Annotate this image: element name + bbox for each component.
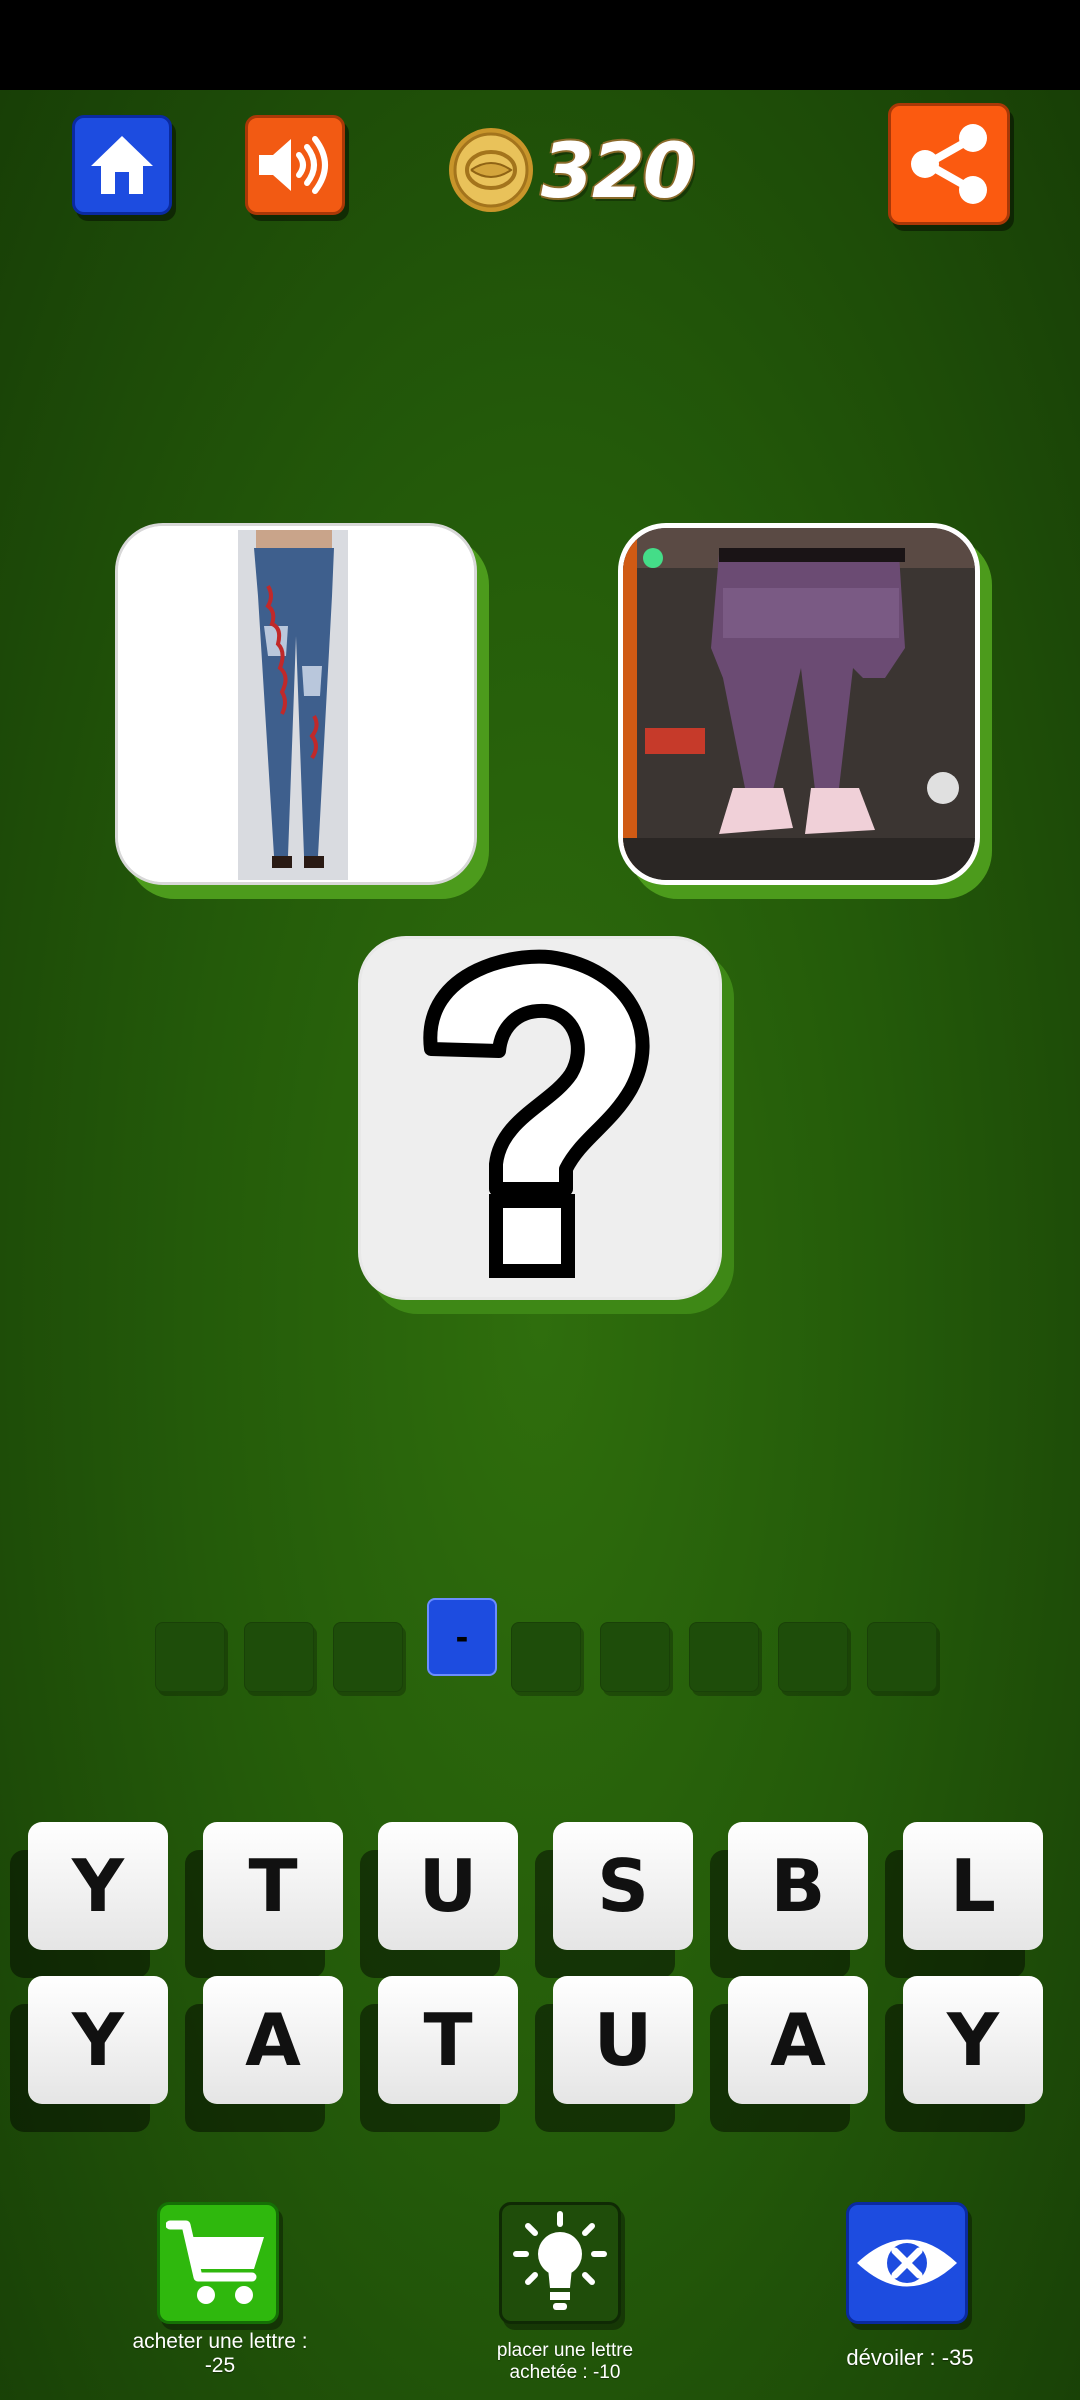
answer-slot[interactable] [244,1622,314,1692]
letter-key[interactable]: Y [28,1976,168,2104]
reveal-button[interactable] [846,2202,968,2324]
letter-key[interactable]: T [203,1822,343,1950]
clue-image-1 [115,523,477,885]
sound-button[interactable] [245,115,345,215]
letter-key[interactable]: Y [28,1822,168,1950]
buy-letter-button[interactable] [157,2202,279,2324]
answer-slot[interactable] [600,1622,670,1692]
coin-icon [449,128,533,212]
letter-key[interactable]: U [378,1822,518,1950]
answer-slot[interactable] [511,1622,581,1692]
letter-key[interactable]: B [728,1822,868,1950]
answer-slots: - [150,1598,950,1694]
coin-count: 320 [541,125,696,215]
buy-letter-label: acheter une lettre : -25 [132,2330,308,2377]
letter-key[interactable]: A [728,1976,868,2104]
answer-slot[interactable] [689,1622,759,1692]
answer-slot[interactable] [778,1622,848,1692]
mystery-tile [358,936,722,1300]
speaker-icon [259,136,328,194]
status-bar [0,0,1080,90]
skinny-jeans-image [118,526,474,882]
place-letter-label: placer une lettre achetée : -10 [496,2340,634,2383]
place-letter-button[interactable] [499,2202,621,2324]
answer-slot[interactable] [333,1622,403,1692]
letter-key[interactable]: S [553,1822,693,1950]
letter-key[interactable]: Y [903,1976,1043,2104]
share-button[interactable] [888,103,1010,225]
answer-slot[interactable] [867,1622,937,1692]
home-icon [91,136,153,194]
clue-image-2 [618,523,980,885]
answer-slot-hyphen: - [427,1598,497,1676]
letter-key[interactable]: T [378,1976,518,2104]
cart-icon [166,2220,264,2304]
letter-key[interactable]: L [903,1822,1043,1950]
lightbulb-icon [513,2211,607,2310]
answer-slot[interactable] [155,1622,225,1692]
reveal-label: dévoiler : -35 [846,2345,974,2370]
baggy-pants-image [623,528,975,880]
question-mark-icon [423,949,650,1278]
eye-x-icon [857,2239,957,2287]
share-icon [911,124,987,204]
coin-counter: 320 [447,125,696,215]
letter-key[interactable]: U [553,1976,693,2104]
letter-key[interactable]: A [203,1976,343,2104]
home-button[interactable] [72,115,172,215]
